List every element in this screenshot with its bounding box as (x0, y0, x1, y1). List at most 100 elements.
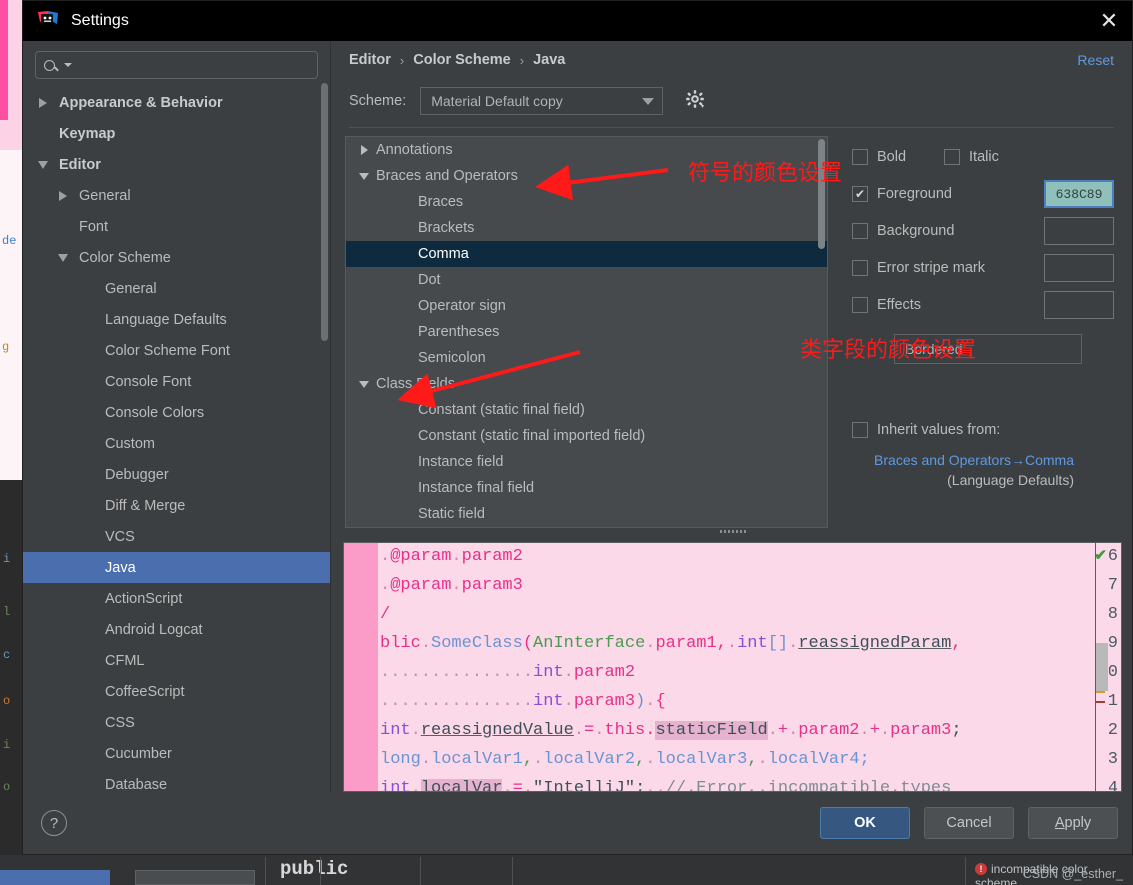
option-label: Constant (static final imported field) (418, 428, 646, 444)
sidebar-item-custom[interactable]: Custom (23, 428, 330, 459)
error-stripe-color-swatch[interactable] (1044, 254, 1114, 282)
italic-checkbox[interactable] (944, 149, 961, 165)
sidebar-item-label: Android Logcat (105, 621, 203, 638)
gear-icon[interactable] (685, 89, 705, 114)
option-label: Annotations (376, 142, 453, 158)
option-label: Constant (static final field) (418, 402, 585, 418)
inherit-checkbox[interactable] (852, 422, 868, 438)
bold-label: Bold (877, 149, 907, 165)
bold-checkbox[interactable] (852, 149, 868, 165)
cancel-button[interactable]: Cancel (924, 807, 1014, 839)
chevron-down-icon[interactable] (356, 172, 372, 180)
error-stripe-label: Error stripe mark (877, 260, 985, 276)
scheme-label: Scheme: (349, 93, 407, 109)
color-options-tree: Annotations Braces and Operators Braces Bra… (345, 136, 828, 528)
apply-button[interactable]: Apply (1028, 807, 1118, 839)
sidebar-item-diff-merge[interactable]: Diff & Merge (23, 490, 330, 521)
scheme-value: Material Default copy (431, 93, 563, 109)
chevron-right-icon[interactable] (33, 97, 53, 108)
sidebar-scrollbar[interactable] (321, 83, 328, 341)
breadcrumb-item-java[interactable]: Java (533, 52, 565, 68)
option-row[interactable]: Instance final field (346, 475, 827, 501)
sidebar-item-vcs[interactable]: VCS (23, 521, 330, 552)
chevron-right-icon[interactable] (53, 190, 73, 201)
sidebar-item-general[interactable]: General (23, 180, 330, 211)
ok-button[interactable]: OK (820, 807, 910, 839)
chevron-down-icon[interactable] (356, 380, 372, 388)
sidebar-item-android-logcat[interactable]: Android Logcat (23, 614, 330, 645)
sidebar-item-coffeescript[interactable]: CoffeeScript (23, 676, 330, 707)
foreground-color-swatch[interactable]: 638C89 (1044, 180, 1114, 208)
sidebar-item-java[interactable]: Java (23, 552, 330, 583)
reset-link[interactable]: Reset (1077, 52, 1114, 68)
chevron-down-icon[interactable] (53, 253, 73, 262)
code-line: / (380, 605, 391, 624)
sidebar-item-actionscript[interactable]: ActionScript (23, 583, 330, 614)
option-row[interactable]: Constant (static final imported field) (346, 423, 827, 449)
option-row[interactable]: Braces (346, 189, 827, 215)
option-row[interactable]: Operator sign (346, 293, 827, 319)
sidebar-item-general[interactable]: General (23, 273, 330, 304)
chevron-down-icon[interactable] (33, 160, 53, 169)
font-style-row: Bold Italic (852, 142, 1114, 172)
sidebar-item-cfml[interactable]: CFML (23, 645, 330, 676)
option-row[interactable]: Semicolon (346, 345, 827, 371)
option-row[interactable]: Parentheses (346, 319, 827, 345)
option-row[interactable]: Static field (346, 501, 827, 527)
sidebar-item-database[interactable]: Database (23, 769, 330, 793)
option-label: Instance final field (418, 480, 535, 496)
option-row[interactable]: Instance field (346, 449, 827, 475)
search-input[interactable] (35, 51, 318, 79)
sidebar-item-keymap[interactable]: Keymap (23, 118, 330, 149)
sidebar-item-label: Debugger (105, 466, 169, 483)
sidebar-item-console-font[interactable]: Console Font (23, 366, 330, 397)
breadcrumb-item-color-scheme[interactable]: Color Scheme (413, 52, 511, 68)
effects-row: Effects (852, 290, 1114, 320)
option-row[interactable]: Brackets (346, 215, 827, 241)
close-icon[interactable]: ✕ (1086, 1, 1132, 41)
settings-content: Editor › Color Scheme › Java Reset Schem… (331, 41, 1132, 792)
breadcrumb-separator-1: › (399, 52, 405, 68)
sidebar-item-css[interactable]: CSS (23, 707, 330, 738)
code-preview[interactable]: 26.@param.param227.@param.param328/29bli… (343, 542, 1122, 792)
inherit-source-link[interactable]: Braces and Operators→Comma (852, 452, 1114, 468)
sidebar-item-color-scheme-font[interactable]: Color Scheme Font (23, 335, 330, 366)
sidebar-item-font[interactable]: Font (23, 211, 330, 242)
background-divider-5 (965, 857, 966, 885)
background-code-text: public (280, 858, 349, 880)
option-row[interactable]: Comma (346, 241, 827, 267)
sidebar-item-label: Editor (59, 156, 101, 173)
code-scrollbar-thumb[interactable] (1096, 643, 1108, 691)
scheme-select[interactable]: Material Default copy (420, 87, 664, 115)
inherit-source-sub: (Language Defaults) (947, 472, 1074, 488)
breadcrumb-separator-2: › (519, 52, 525, 68)
sidebar-item-color-scheme[interactable]: Color Scheme (23, 242, 330, 273)
sidebar-item-debugger[interactable]: Debugger (23, 459, 330, 490)
help-icon[interactable]: ? (41, 810, 67, 836)
code-line: .@param.param2 (380, 547, 523, 566)
sidebar-item-appearance-behavior[interactable]: Appearance & Behavior (23, 87, 330, 118)
sidebar-item-label: CFML (105, 652, 145, 669)
error-stripe-checkbox[interactable] (852, 260, 868, 276)
option-row[interactable]: Dot (346, 267, 827, 293)
background-color-swatch[interactable] (1044, 217, 1114, 245)
code-line: long.localVar1,.localVar2,.localVar3,.lo… (380, 750, 870, 769)
option-row[interactable]: Class Fields (346, 371, 827, 397)
inherit-label: Inherit values from: (877, 422, 1001, 438)
preview-splitter[interactable] (343, 528, 1122, 536)
sidebar-item-language-defaults[interactable]: Language Defaults (23, 304, 330, 335)
effects-color-swatch[interactable] (1044, 291, 1114, 319)
effects-checkbox[interactable] (852, 297, 868, 313)
breadcrumb-item-editor[interactable]: Editor (349, 52, 391, 68)
sidebar-item-editor[interactable]: Editor (23, 149, 330, 180)
option-row[interactable]: Constant (static final field) (346, 397, 827, 423)
option-label: Semicolon (418, 350, 486, 366)
chevron-right-icon[interactable] (356, 145, 372, 155)
sidebar-item-cucumber[interactable]: Cucumber (23, 738, 330, 769)
background-checkbox[interactable] (852, 223, 868, 239)
foreground-checkbox[interactable] (852, 186, 868, 202)
sidebar-item-console-colors[interactable]: Console Colors (23, 397, 330, 428)
dialog-title: Settings (71, 12, 129, 29)
background-label: Background (877, 223, 955, 239)
watermark: CSDN @_esther_ (1022, 867, 1123, 881)
